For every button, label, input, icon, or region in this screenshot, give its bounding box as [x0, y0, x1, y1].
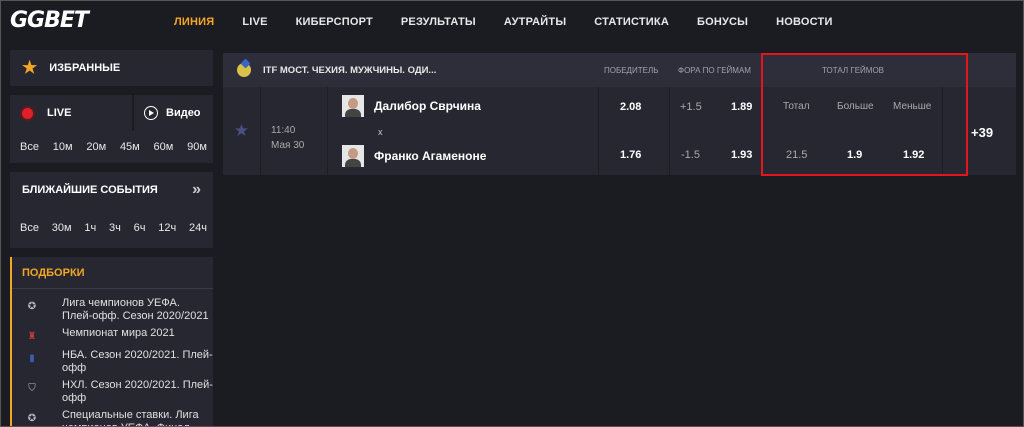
winner-odd-2[interactable]: 1.76 [620, 149, 641, 161]
main-nav: ЛИНИЯ LIVE КИБЕРСПОРТ РЕЗУЛЬТАТЫ АУТРАЙТ… [160, 0, 847, 44]
nav-outrights[interactable]: АУТРАЙТЫ [504, 16, 566, 28]
live-label: LIVE [47, 107, 72, 119]
col-handicap: ФОРА ПО ГЕЙМАМ [678, 66, 751, 75]
match-time: 11:40 [271, 125, 296, 136]
sidebar: ★ ИЗБРАННЫЕ LIVE Видео Все 10м 20м 45м 6… [10, 50, 213, 427]
player2-name: Франко Агаменоне [374, 149, 487, 163]
match-date: Мая 30 [271, 140, 305, 151]
handicap-1: +1.5 [680, 101, 702, 113]
player-avatar [342, 145, 364, 167]
winner-odd-1[interactable]: 2.08 [620, 101, 641, 113]
collections-panel: ПОДБОРКИ ✪ Лига чемпионов УЕФА. Плей-офф… [10, 257, 213, 427]
match-datetime: 11:40 Мая 30 [271, 123, 304, 153]
nav-line[interactable]: ЛИНИЯ [174, 16, 214, 28]
nav-news[interactable]: НОВОСТИ [776, 16, 832, 28]
handicap-2: -1.5 [681, 149, 700, 161]
player1: Далибор Сврчина [342, 95, 481, 117]
period-45m[interactable]: 45м [120, 141, 140, 153]
play-icon [144, 106, 158, 120]
nearest-events-label: БЛИЖАЙШИЕ СОБЫТИЯ [22, 184, 158, 196]
vs-separator: x [378, 127, 383, 137]
period-20m[interactable]: 20м [86, 141, 106, 153]
nav-statistics[interactable]: СТАТИСТИКА [594, 16, 669, 28]
nav-live[interactable]: LIVE [242, 16, 267, 28]
live-button[interactable]: LIVE [10, 95, 132, 131]
player1-name: Далибор Сврчина [374, 99, 481, 113]
period-all[interactable]: Все [20, 141, 39, 153]
live-dot-icon [22, 107, 33, 119]
nearest-period-filter: Все 30м 1ч 3ч 6ч 12ч 24ч [10, 208, 213, 248]
near-period-24h[interactable]: 24ч [189, 222, 207, 234]
live-video-row: LIVE Видео [10, 95, 213, 131]
favorite-star-icon[interactable]: ★ [223, 87, 261, 175]
video-button[interactable]: Видео [134, 95, 213, 131]
nearest-events-header[interactable]: БЛИЖАЙШИЕ СОБЫТИЯ » [10, 172, 213, 208]
favorites-button[interactable]: ★ ИЗБРАННЫЕ [10, 50, 213, 86]
period-60m[interactable]: 60м [154, 141, 174, 153]
period-90m[interactable]: 90м [187, 141, 207, 153]
favorites-label: ИЗБРАННЫЕ [49, 62, 121, 74]
collection-label: НХЛ. Сезон 2020/2021. Плей-офф [62, 379, 213, 404]
collection-item[interactable]: ✪ Специальные ставки. Лига чемпионов УЕФ… [12, 405, 213, 427]
near-period-all[interactable]: Все [20, 222, 39, 234]
collection-item[interactable]: ✪ Лига чемпионов УЕФА. Плей-офф. Сезон 2… [12, 289, 213, 323]
collection-label: Чемпионат мира 2021 [62, 327, 175, 339]
live-period-filter: Все 10м 20м 45м 60м 90м [10, 131, 213, 163]
collection-label: Специальные ставки. Лига чемпионов УЕФА.… [62, 409, 199, 427]
player2: Франко Агаменоне [342, 145, 486, 167]
ucl-icon: ✪ [27, 300, 37, 312]
period-10m[interactable]: 10м [53, 141, 73, 153]
near-period-1h[interactable]: 1ч [84, 222, 96, 234]
collection-item[interactable]: ▮ НБА. Сезон 2020/2021. Плей-офф [12, 345, 213, 375]
handicap-odd-1[interactable]: 1.89 [731, 101, 752, 113]
chevrons-right-icon[interactable]: » [192, 181, 201, 199]
video-label: Видео [166, 107, 201, 119]
players-cell[interactable]: Далибор Сврчина x Франко Агаменоне [327, 87, 599, 175]
league-name: ITF МОСТ. ЧЕХИЯ. МУЖЧИНЫ. ОДИ... [263, 64, 437, 76]
near-period-6h[interactable]: 6ч [134, 222, 146, 234]
nba-icon: ▮ [29, 352, 35, 364]
worldcup-icon: ♜ [27, 330, 37, 342]
player-avatar [342, 95, 364, 117]
collection-item[interactable]: ♜ Чемпионат мира 2021 [12, 323, 213, 345]
collection-item[interactable]: ⛉ НХЛ. Сезон 2020/2021. Плей-офф [12, 375, 213, 405]
collection-label: НБА. Сезон 2020/2021. Плей-офф [62, 349, 213, 374]
nav-results[interactable]: РЕЗУЛЬТАТЫ [401, 16, 476, 28]
top-navbar: GGBET ЛИНИЯ LIVE КИБЕРСПОРТ РЕЗУЛЬТАТЫ А… [0, 0, 1024, 44]
near-period-12h[interactable]: 12ч [158, 222, 176, 234]
nav-esports[interactable]: КИБЕРСПОРТ [296, 16, 373, 28]
ucl-icon: ✪ [27, 412, 37, 424]
near-period-30m[interactable]: 30м [52, 222, 72, 234]
nav-bonuses[interactable]: БОНУСЫ [697, 16, 748, 28]
more-markets-button[interactable]: +39 [971, 125, 993, 140]
collection-label: Лига чемпионов УЕФА. Плей-офф. Сезон 202… [62, 297, 209, 322]
league-title[interactable]: ITF МОСТ. ЧЕХИЯ. МУЖЧИНЫ. ОДИ... [237, 63, 436, 77]
handicap-odd-2[interactable]: 1.93 [731, 149, 752, 161]
nhl-icon: ⛉ [28, 382, 36, 394]
highlight-box [761, 53, 968, 176]
tennis-ball-icon [237, 63, 251, 77]
ggbet-logo[interactable]: GGBET [10, 8, 89, 33]
col-winner: ПОБЕДИТЕЛЬ [604, 66, 659, 75]
near-period-3h[interactable]: 3ч [109, 222, 121, 234]
collections-title: ПОДБОРКИ [12, 257, 213, 289]
star-icon: ★ [22, 58, 38, 77]
column-divider [669, 87, 670, 175]
